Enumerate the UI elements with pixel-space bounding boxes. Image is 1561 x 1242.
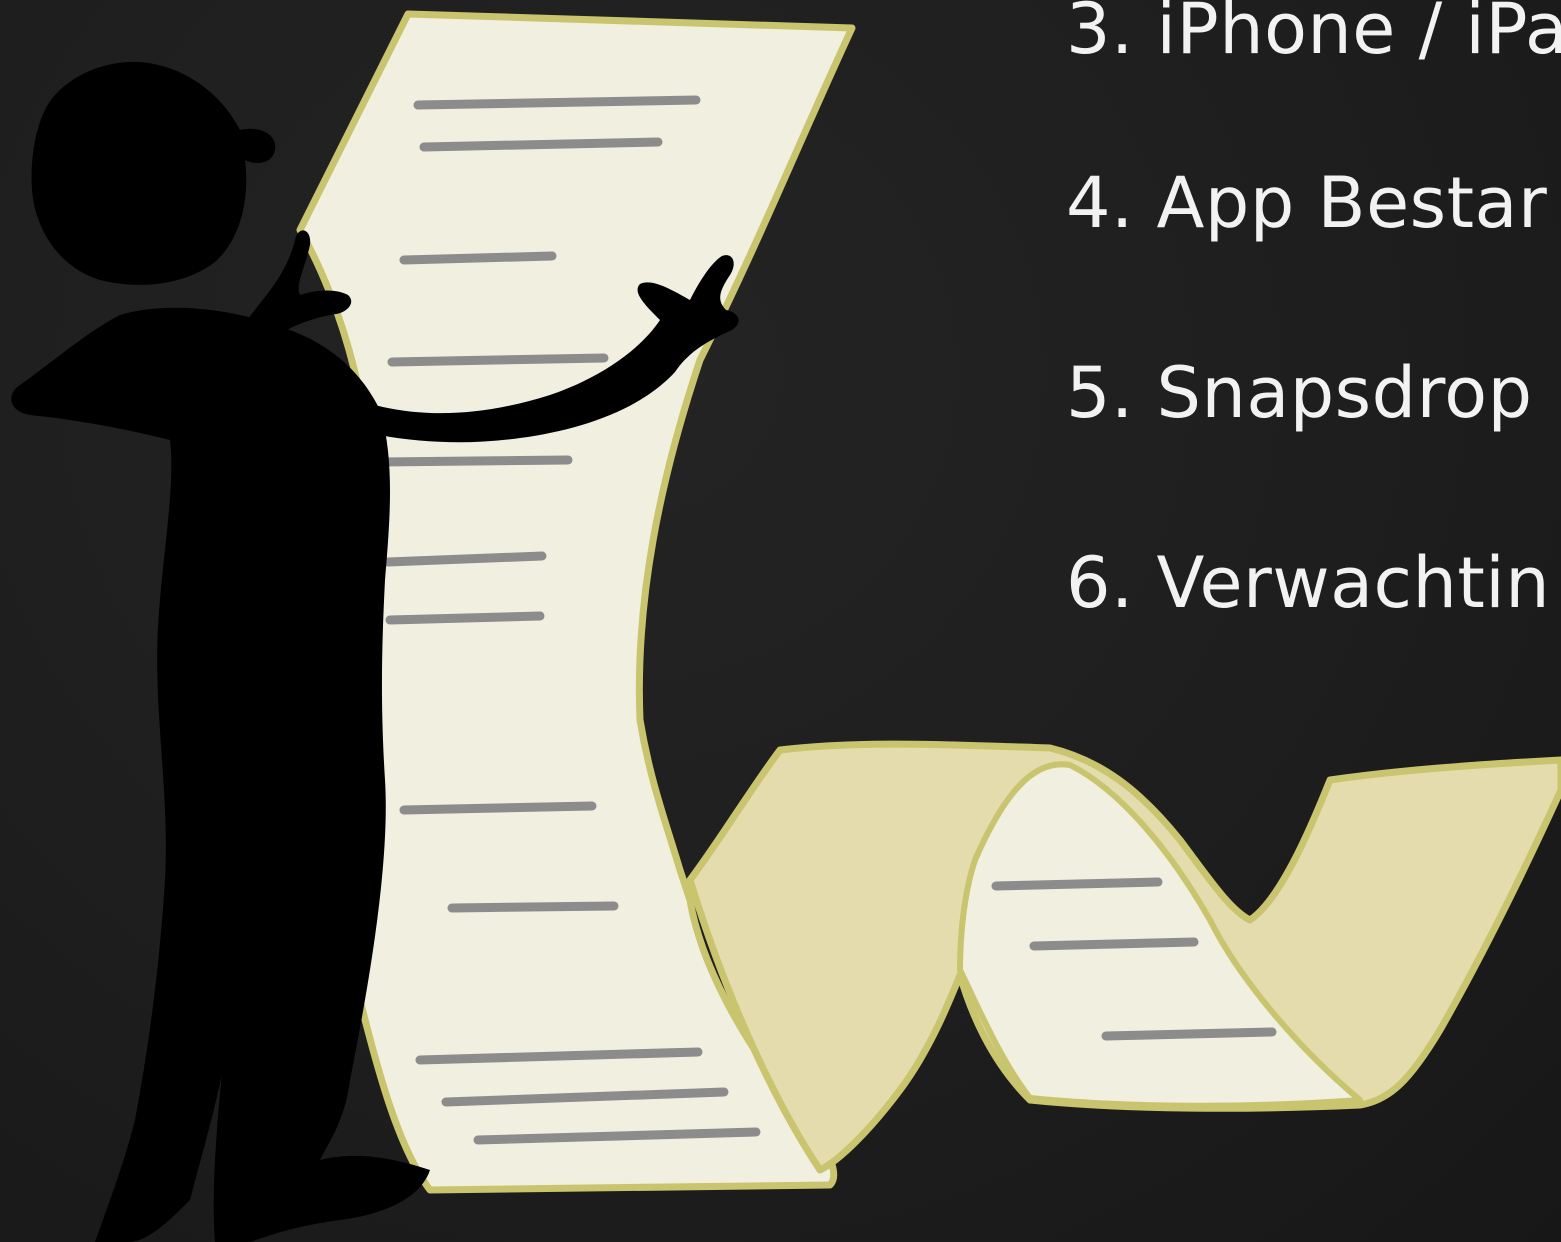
agenda-item-verwachtingen: 6. Verwachtin: [1066, 542, 1551, 624]
agenda-item-app-bestanden: 4. App Bestar: [1066, 162, 1548, 244]
agenda-list: 3. iPhone / iPa 4. App Bestar 5. Snapsdr…: [1066, 0, 1561, 1242]
agenda-item-snapsdrop: 5. Snapsdrop: [1066, 352, 1533, 434]
agenda-item-iphone-ipad: 3. iPhone / iPa: [1066, 0, 1561, 70]
